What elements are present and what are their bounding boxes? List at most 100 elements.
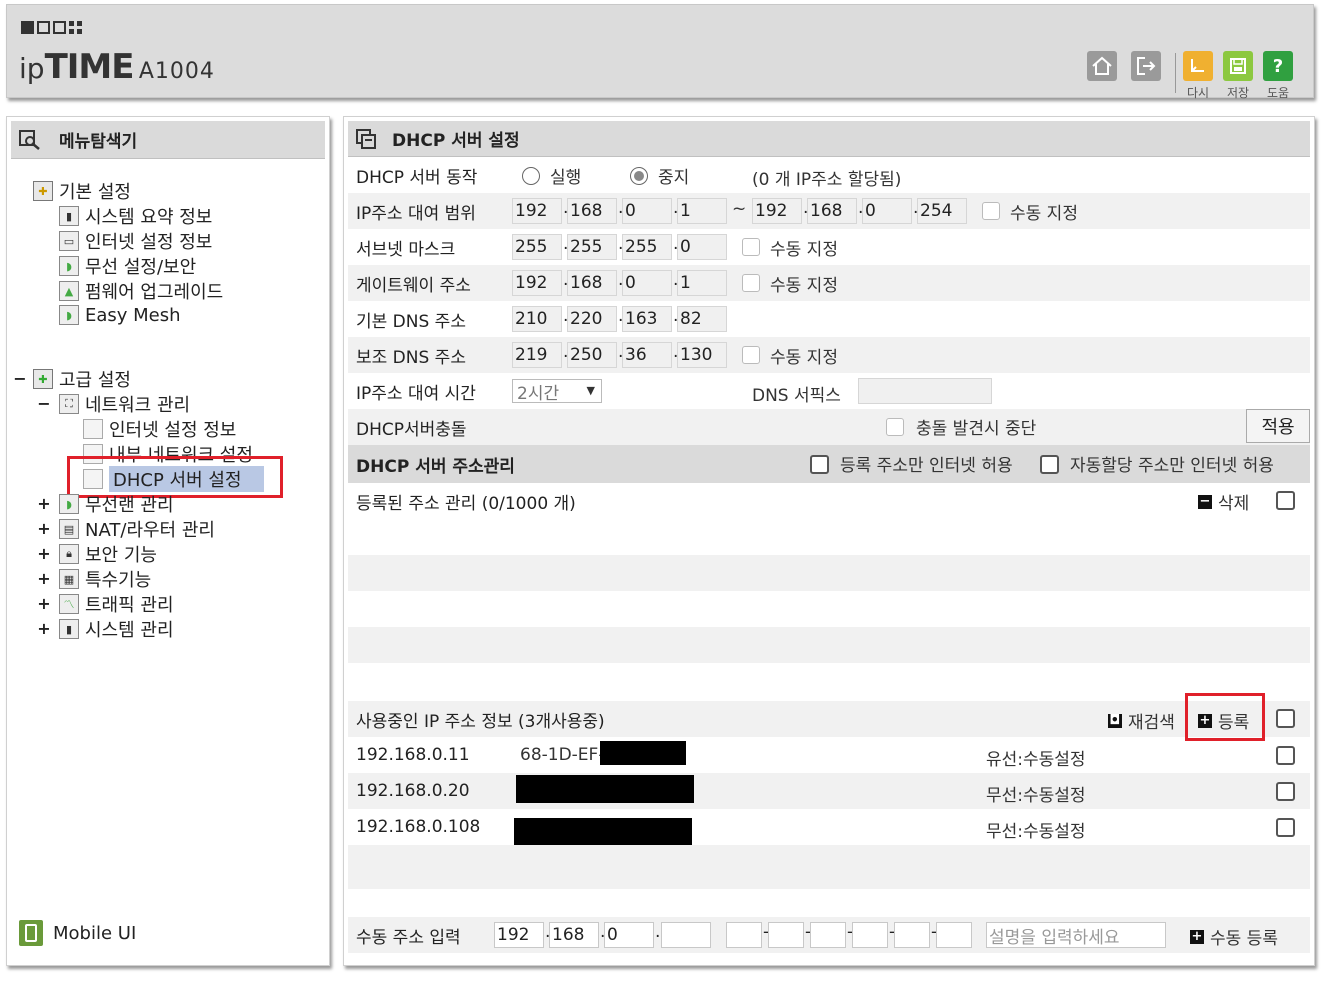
manual-mac-part-6[interactable] bbox=[936, 922, 972, 948]
tree-expand-toggle[interactable]: + bbox=[37, 519, 51, 538]
brand-ip: ip bbox=[19, 52, 45, 85]
tree-system[interactable]: ▮ 시스템 관리 bbox=[59, 617, 174, 641]
subnet-manual-checkbox[interactable] bbox=[742, 238, 760, 256]
undo-button[interactable] bbox=[1183, 51, 1213, 81]
home-button[interactable] bbox=[1087, 51, 1117, 81]
tree-expand-toggle[interactable]: + bbox=[37, 594, 51, 613]
radio-stop[interactable] bbox=[630, 167, 648, 185]
tree-collapse-toggle[interactable]: − bbox=[37, 394, 51, 413]
manual-ip-octet-2[interactable]: 168 bbox=[549, 922, 599, 948]
row-ip: 192.168.0.108 bbox=[356, 817, 481, 837]
apply-button[interactable]: 적용 bbox=[1246, 409, 1310, 443]
tree-expand-toggle[interactable]: + bbox=[37, 619, 51, 638]
tree-security[interactable]: 🔒︎ 보안 기능 bbox=[59, 542, 157, 566]
sidebar-item-firmware[interactable]: ▲ 펌웨어 업그레이드 bbox=[59, 279, 223, 303]
section-address-management: DHCP 서버 주소관리 등록 주소만 인터넷 허용 자동할당 주소만 인터넷 … bbox=[348, 445, 1310, 483]
save-button[interactable] bbox=[1223, 51, 1253, 81]
lease-time-select[interactable]: 2시간 ▼ bbox=[512, 379, 602, 404]
dns1-octet-4[interactable]: 82 bbox=[677, 306, 727, 332]
subnet-octet-2[interactable]: 255 bbox=[567, 234, 617, 260]
manual-ip-octet-1[interactable]: 192 bbox=[494, 922, 544, 948]
range-start-octet-4[interactable]: 1 bbox=[677, 198, 727, 224]
manual-mac-part-4[interactable] bbox=[852, 922, 888, 948]
manual-ip-octet-4[interactable] bbox=[661, 922, 711, 948]
sidebar-item-easy-mesh[interactable]: ◗ Easy Mesh bbox=[59, 303, 181, 327]
tree-basic-settings[interactable]: ✚ 기본 설정 bbox=[33, 179, 131, 203]
row-checkbox[interactable] bbox=[1276, 746, 1295, 765]
auto-only-checkbox[interactable] bbox=[1040, 455, 1059, 474]
dns1-octet-2[interactable]: 220 bbox=[567, 306, 617, 332]
range-end-octet-1[interactable]: 192 bbox=[752, 198, 802, 224]
tree-collapse-toggle[interactable]: − bbox=[13, 369, 27, 388]
subnet-octet-1[interactable]: 255 bbox=[512, 234, 562, 260]
rescan-button[interactable]: ◘ 재검색 bbox=[1108, 708, 1175, 733]
dns1-octet-1[interactable]: 210 bbox=[512, 306, 562, 332]
menu-explorer-icon bbox=[19, 129, 40, 150]
manual-mac-part-1[interactable] bbox=[726, 922, 762, 948]
range-start-octet-3[interactable]: 0 bbox=[622, 198, 672, 224]
help-button[interactable]: ? bbox=[1263, 51, 1293, 81]
row-checkbox[interactable] bbox=[1276, 782, 1295, 801]
tree-special[interactable]: ▦ 특수기능 bbox=[59, 567, 151, 591]
tree-expand-toggle[interactable]: + bbox=[37, 544, 51, 563]
tree-expand-toggle[interactable]: + bbox=[37, 494, 51, 513]
range-end-octet-4[interactable]: 254 bbox=[917, 198, 967, 224]
range-start-octet-1[interactable]: 192 bbox=[512, 198, 562, 224]
sidebar-item-system-summary[interactable]: ▮ 시스템 요약 정보 bbox=[59, 204, 212, 228]
gateway-octet-2[interactable]: 168 bbox=[567, 270, 617, 296]
radio-run[interactable] bbox=[522, 167, 540, 185]
sidebar-item-internet-settings[interactable]: 인터넷 설정 정보 bbox=[83, 417, 236, 441]
range-end-octet-2[interactable]: 168 bbox=[807, 198, 857, 224]
sidebar-item-internet-info[interactable]: ▭ 인터넷 설정 정보 bbox=[59, 229, 212, 253]
tree-advanced-settings[interactable]: ✚ 고급 설정 bbox=[33, 367, 131, 391]
dns-suffix-label: DNS 서픽스 bbox=[752, 386, 841, 406]
tree-nat-router[interactable]: ▤ NAT/라우터 관리 bbox=[59, 517, 215, 541]
manual-mac-part-3[interactable] bbox=[810, 922, 846, 948]
manual-mac-part-5[interactable] bbox=[894, 922, 930, 948]
gateway-octet-1[interactable]: 192 bbox=[512, 270, 562, 296]
gateway-manual-label: 수동 지정 bbox=[770, 276, 838, 296]
range-manual-checkbox[interactable] bbox=[982, 202, 1000, 220]
router-icon: ▤ bbox=[59, 519, 79, 539]
dns2-octet-2[interactable]: 250 bbox=[567, 342, 617, 368]
dns2-octet-1[interactable]: 219 bbox=[512, 342, 562, 368]
sidebar-item-wireless[interactable]: ◗ 무선 설정/보안 bbox=[59, 254, 196, 278]
gateway-manual-checkbox[interactable] bbox=[742, 274, 760, 292]
dns-suffix-input[interactable] bbox=[858, 378, 992, 404]
logout-button[interactable] bbox=[1131, 51, 1161, 81]
special-icon: ▦ bbox=[59, 569, 79, 589]
tree-group-label: NAT/라우터 관리 bbox=[85, 520, 215, 541]
registered-select-all-checkbox[interactable] bbox=[1276, 491, 1295, 510]
dns2-octet-3[interactable]: 36 bbox=[622, 342, 672, 368]
tree-expand-toggle[interactable]: + bbox=[37, 569, 51, 588]
logo-grid bbox=[69, 21, 82, 34]
tree-traffic[interactable]: 〽 트래픽 관리 bbox=[59, 592, 174, 616]
dns2-octet-4[interactable]: 130 bbox=[677, 342, 727, 368]
registered-only-checkbox[interactable] bbox=[810, 455, 829, 474]
row-ip: 192.168.0.20 bbox=[356, 781, 470, 801]
range-end-octet-3[interactable]: 0 bbox=[862, 198, 912, 224]
tree-wireless-management[interactable]: ◗ 무선랜 관리 bbox=[59, 492, 174, 516]
home-icon bbox=[1092, 56, 1112, 75]
conflict-stop-checkbox[interactable] bbox=[886, 418, 904, 436]
gateway-octet-3[interactable]: 0 bbox=[622, 270, 672, 296]
subnet-octet-3[interactable]: 255 bbox=[622, 234, 672, 260]
in-use-select-all-checkbox[interactable] bbox=[1276, 709, 1295, 728]
row-checkbox[interactable] bbox=[1276, 818, 1295, 837]
dns2-manual-checkbox[interactable] bbox=[742, 346, 760, 364]
manual-register-button[interactable]: + 수동 등록 bbox=[1190, 924, 1278, 949]
gateway-octet-4[interactable]: 1 bbox=[677, 270, 727, 296]
brand-model: A1004 bbox=[138, 59, 215, 84]
sidebar-title: 메뉴탐색기 bbox=[59, 132, 138, 152]
delete-button[interactable]: − 삭제 bbox=[1198, 489, 1249, 514]
mobile-ui-link[interactable]: Mobile UI bbox=[19, 920, 136, 946]
subnet-octet-4[interactable]: 0 bbox=[677, 234, 727, 260]
manual-ip-octet-3[interactable]: 0 bbox=[604, 922, 654, 948]
description-input[interactable]: 설명을 입력하세요 bbox=[986, 922, 1166, 948]
plus-icon: + bbox=[1190, 928, 1204, 944]
manual-mac-part-2[interactable] bbox=[768, 922, 804, 948]
range-start-octet-2[interactable]: 168 bbox=[567, 198, 617, 224]
dns1-octet-3[interactable]: 163 bbox=[622, 306, 672, 332]
registered-empty-row bbox=[348, 555, 1310, 591]
tree-network-management[interactable]: ⛶ 네트워크 관리 bbox=[59, 392, 190, 416]
